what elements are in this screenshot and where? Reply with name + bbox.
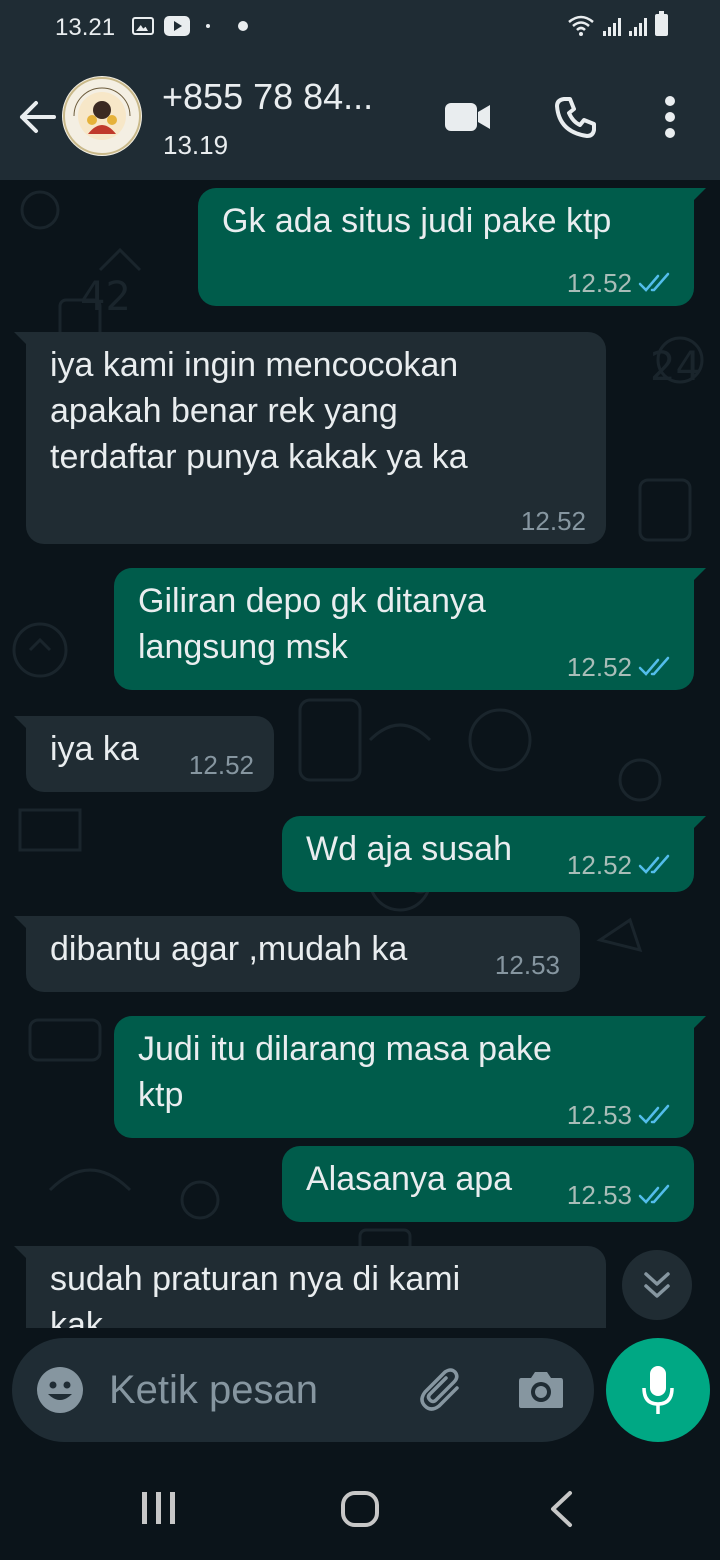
- message-time: 12.53: [494, 950, 560, 980]
- message-incoming[interactable]: iya ka 12.52: [14, 716, 274, 792]
- signal-2-icon: [629, 16, 647, 36]
- message-text: Giliran depo gk ditanya langsung msk: [138, 582, 486, 666]
- attachment-icon[interactable]: [417, 1368, 467, 1412]
- nav-back-icon[interactable]: [548, 1490, 574, 1528]
- read-receipt-icon: [638, 656, 670, 676]
- dot-icon: [238, 21, 248, 31]
- message-text: Judi itu dilarang masa pake ktp: [138, 1030, 552, 1114]
- wifi-icon: [568, 15, 594, 36]
- svg-text:42: 42: [80, 274, 131, 320]
- contact-name[interactable]: +855 78 84...: [162, 76, 373, 118]
- message-meta: 12.53: [567, 1180, 674, 1210]
- signal-1-icon: [603, 16, 621, 36]
- message-time: 12.52: [188, 750, 254, 780]
- message-meta: 12.53: [567, 1100, 674, 1130]
- message-text: sudah praturan nya di kami kak: [50, 1260, 461, 1328]
- message-time: 12.53: [566, 1100, 632, 1130]
- message-meta: 12.52: [189, 750, 254, 780]
- message-time: 12.53: [566, 1180, 632, 1210]
- small-dot-icon: [206, 24, 210, 28]
- read-receipt-icon: [638, 1104, 670, 1124]
- recent-apps-icon[interactable]: [140, 1490, 178, 1526]
- message-meta: 12.52: [567, 652, 674, 682]
- svg-text:24: 24: [650, 344, 701, 390]
- back-arrow-icon[interactable]: [16, 96, 58, 138]
- chat-header: +855 78 84... 13.19: [0, 52, 720, 180]
- message-meta: 12.52: [567, 268, 674, 298]
- voice-call-icon[interactable]: [555, 96, 597, 138]
- message-time: 12.52: [566, 652, 632, 682]
- message-time: 12.52: [566, 268, 632, 298]
- message-text: dibantu agar ,mudah ka: [50, 930, 408, 968]
- message-input[interactable]: Ketik pesan: [109, 1368, 318, 1413]
- double-chevron-down-icon: [644, 1272, 670, 1298]
- read-receipt-icon: [638, 272, 670, 292]
- youtube-notification-icon: [164, 16, 190, 36]
- message-text: Gk ada situs judi pake ktp: [222, 202, 612, 240]
- message-outgoing[interactable]: Wd aja susah 12.52: [282, 816, 706, 892]
- message-text: iya kami ingin mencocokan apakah benar r…: [50, 346, 468, 476]
- message-incoming[interactable]: iya kami ingin mencocokan apakah benar r…: [14, 332, 606, 544]
- status-time: 13.21: [55, 14, 116, 41]
- system-nav-bar: [0, 1456, 720, 1560]
- message-outgoing[interactable]: Giliran depo gk ditanya langsung msk 12.…: [114, 568, 706, 690]
- read-receipt-icon: [638, 1184, 670, 1204]
- microphone-icon: [642, 1366, 674, 1414]
- notification-icons: [132, 16, 248, 36]
- gallery-notification-icon: [132, 17, 154, 35]
- message-composer: Ketik pesan: [12, 1338, 594, 1442]
- video-call-icon[interactable]: [444, 100, 492, 134]
- message-outgoing[interactable]: Gk ada situs judi pake ktp 12.52: [198, 188, 706, 306]
- status-bar: 13.21: [0, 0, 720, 52]
- camera-icon[interactable]: [517, 1368, 565, 1410]
- scroll-to-bottom-button[interactable]: [622, 1250, 692, 1320]
- voice-record-button[interactable]: [606, 1338, 710, 1442]
- message-text: iya ka: [50, 730, 139, 768]
- message-outgoing[interactable]: Judi itu dilarang masa pake ktp 12.53: [114, 1016, 706, 1138]
- more-options-icon[interactable]: [664, 96, 676, 138]
- message-incoming[interactable]: dibantu agar ,mudah ka 12.53: [14, 916, 580, 992]
- avatar-logo: [63, 77, 141, 155]
- battery-icon: [655, 11, 668, 36]
- home-icon[interactable]: [340, 1490, 380, 1528]
- message-time: 12.52: [520, 506, 586, 536]
- read-receipt-icon: [638, 854, 670, 874]
- contact-avatar[interactable]: [62, 76, 142, 156]
- message-text: Wd aja susah: [306, 830, 512, 868]
- message-meta: 12.52: [567, 850, 674, 880]
- last-seen: 13.19: [163, 130, 229, 160]
- emoji-icon[interactable]: [36, 1366, 84, 1414]
- message-outgoing[interactable]: Alasanya apa 12.53: [282, 1146, 694, 1222]
- message-meta: 12.53: [495, 950, 560, 980]
- message-incoming[interactable]: sudah praturan nya di kami kak: [14, 1246, 606, 1328]
- chat-area[interactable]: 42 24 Gk ada situs judi pake ktp 12.52 i…: [0, 180, 720, 1328]
- message-time: 12.52: [566, 850, 632, 880]
- message-meta: 12.52: [521, 506, 586, 536]
- message-text: Alasanya apa: [306, 1160, 513, 1198]
- system-icons: [567, 11, 668, 36]
